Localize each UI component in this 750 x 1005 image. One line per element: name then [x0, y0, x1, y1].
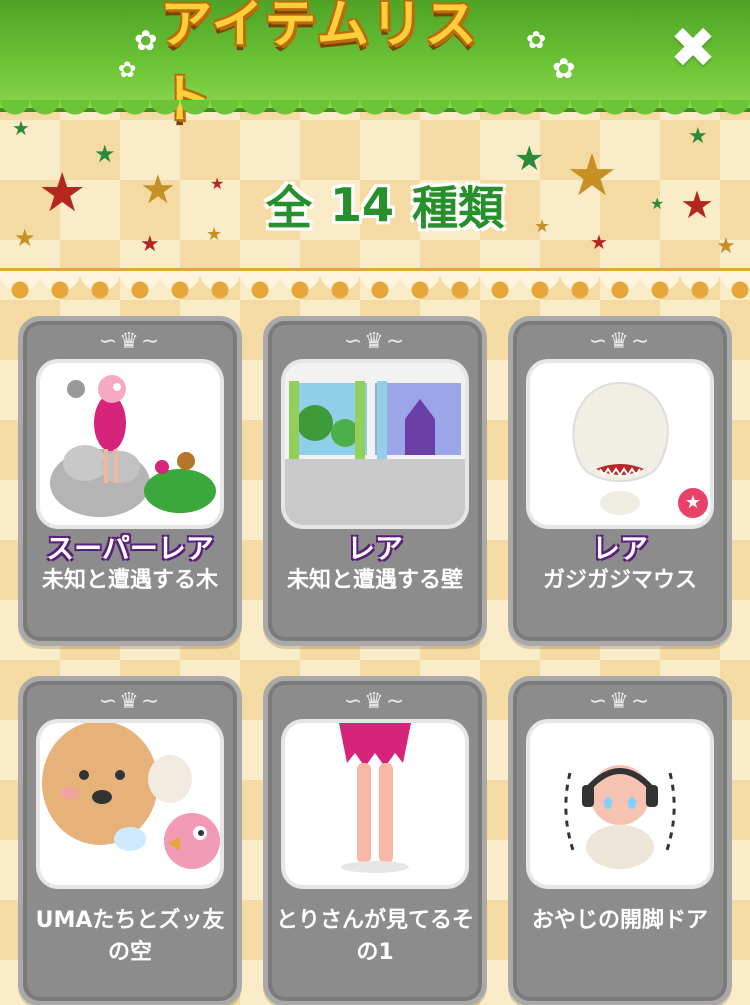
page-title: アイテムリスト [160, 0, 479, 130]
item-thumbnail [40, 363, 220, 525]
item-thumbnail [285, 723, 465, 885]
count-number: 14 [329, 178, 394, 232]
rarity-badge: スーパーレア [46, 532, 214, 565]
count-prefix: 全 [265, 181, 312, 235]
item-thumbnail [530, 723, 710, 885]
star-icon: ★ [590, 230, 608, 254]
crown-ornament-icon: ∽♛∼ [98, 329, 162, 354]
star-badge-icon: ★ [675, 485, 711, 521]
item-thumbnail [40, 723, 220, 885]
crown-ornament-icon: ∽♛∼ [98, 689, 162, 714]
item-name: とりさんが見てるその1 [275, 908, 474, 965]
star-icon: ★ [566, 141, 618, 209]
item-count: 全 14 種類 [240, 172, 530, 238]
item-card[interactable]: ∽♛∼ ★ レア ガジガジマウス [508, 316, 732, 646]
item-card[interactable]: ∽♛∼ レア 未知と遭遇する壁 [263, 316, 487, 646]
star-icon: ★ [716, 234, 736, 259]
crown-ornament-icon: ∽♛∼ [588, 329, 652, 354]
item-name: おやじの開脚ドア [531, 908, 708, 933]
star-icon: ★ [514, 139, 545, 179]
flower-icon: ✿ [552, 52, 576, 85]
star-icon: ★ [140, 232, 160, 257]
crown-ornament-icon: ∽♛∼ [343, 329, 407, 354]
rarity-badge: レア [346, 532, 403, 565]
item-card[interactable]: ∽♛∼ UMAたちとズッ友の空 [18, 676, 242, 1005]
item-thumbnail [285, 363, 465, 525]
close-button[interactable]: ✖ [664, 20, 722, 78]
item-name: 未知と遭遇する木 [41, 568, 218, 593]
star-icon: ★ [140, 167, 176, 213]
close-icon: ✖ [669, 16, 717, 81]
item-name: UMAたちとズッ友の空 [35, 908, 225, 965]
count-suffix: 種類 [412, 181, 504, 235]
star-icon: ★ [534, 216, 551, 237]
bead-border [0, 280, 750, 300]
star-icon: ★ [38, 161, 87, 224]
star-icon: ★ [206, 224, 223, 245]
crown-ornament-icon: ∽♛∼ [588, 689, 652, 714]
star-icon: ★ [12, 116, 30, 140]
flower-icon: ✿ [134, 24, 158, 57]
star-icon: ★ [14, 224, 36, 252]
rarity-badge: レア [591, 532, 648, 565]
star-icon: ★ [210, 174, 225, 193]
item-name: ガジガジマウス [542, 568, 697, 593]
flower-icon: ✿ [118, 58, 137, 83]
item-card[interactable]: ∽♛∼ スーパーレア 未知と遭遇する木 [18, 316, 242, 646]
crown-ornament-icon: ∽♛∼ [343, 689, 407, 714]
item-card[interactable]: ∽♛∼ おやじの開脚ドア [508, 676, 732, 1005]
item-card[interactable]: ∽♛∼ とりさんが見てるその1 [263, 676, 487, 1005]
star-icon: ★ [94, 140, 116, 168]
star-icon: ★ [688, 124, 708, 149]
header-garland: ✿ ✿ ✿ ✿ アイテムリスト ✖ [0, 0, 750, 130]
star-icon: ★ [650, 194, 665, 213]
star-icon: ★ [680, 183, 715, 227]
item-name: 未知と遭遇する壁 [286, 568, 463, 593]
